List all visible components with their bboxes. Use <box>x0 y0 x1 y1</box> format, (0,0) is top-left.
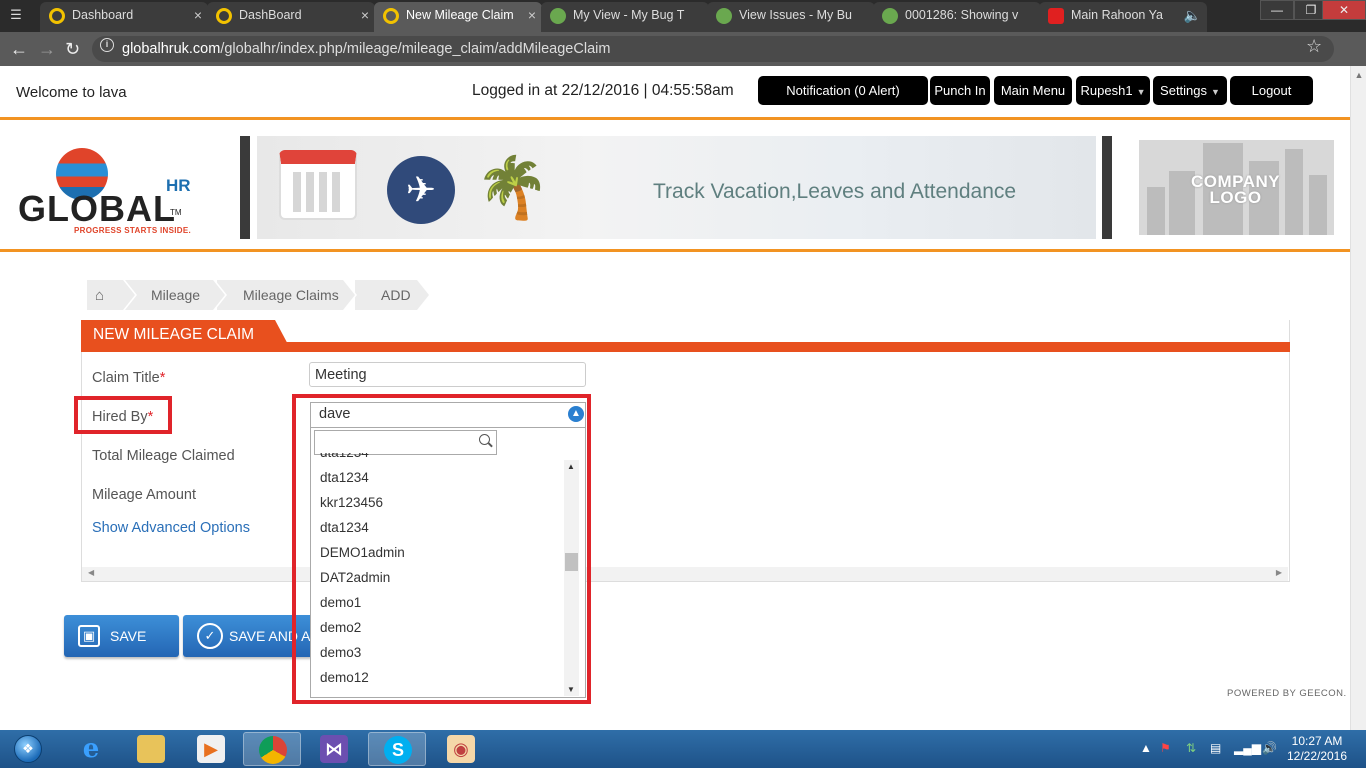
visual-studio-icon: ⋈ <box>320 735 348 763</box>
total-mileage-label: Total Mileage Claimed <box>92 448 235 464</box>
url-field[interactable]: globalhruk.com/globalhr/index.php/mileag… <box>92 36 1334 62</box>
internet-explorer-icon: e <box>82 734 100 764</box>
user-menu-button[interactable]: Rupesh1 ▼ <box>1076 76 1150 105</box>
header-divider <box>0 117 1350 120</box>
welcome-text: Welcome to lava <box>16 84 127 101</box>
minimize-window-icon[interactable]: — <box>1260 0 1294 20</box>
taskbar-chrome[interactable] <box>243 732 301 766</box>
favicon-icon <box>216 8 232 24</box>
tab-close-icon[interactable]: × <box>361 2 369 28</box>
start-button[interactable]: ❖ <box>4 730 52 768</box>
airplane-icon: ✈ <box>387 156 455 224</box>
volume-icon[interactable]: 🔊 <box>1262 741 1277 755</box>
browser-tab-issue-0001286[interactable]: 0001286: Showing v <box>873 2 1041 32</box>
caret-down-icon: ▼ <box>1211 87 1220 97</box>
claim-title-label: Claim Title* <box>92 370 166 386</box>
scroll-left-arrow-icon[interactable]: ◀ <box>88 568 94 577</box>
banner-divider <box>0 249 1350 252</box>
panel-horizontal-scrollbar[interactable]: ◀ ▶ <box>82 567 1288 581</box>
notification-button[interactable]: Notification (0 Alert) <box>758 76 928 105</box>
checkmark-icon: ✓ <box>197 623 223 649</box>
skype-icon: S <box>384 736 412 764</box>
breadcrumb-add: ADD <box>355 280 431 310</box>
hero-banner: ✈ 🌴 Track Vacation,Leaves and Attendance <box>257 136 1096 239</box>
browser-tab-strip: ☰ Dashboard × DashBoard × New Mileage Cl… <box>0 0 1366 32</box>
sync-icon[interactable]: ⇅ <box>1186 741 1196 755</box>
scroll-up-arrow-icon[interactable]: ▲ <box>1354 70 1364 90</box>
bug-favicon-icon <box>716 8 732 24</box>
breadcrumb-mileage-claims[interactable]: Mileage Claims <box>217 280 357 310</box>
banner-right-bar <box>1102 136 1112 239</box>
palm-tree-icon: 🌴 <box>475 154 550 221</box>
taskbar-media-player[interactable]: ▶ <box>182 732 240 766</box>
paint-palette-icon: ◉ <box>447 735 475 763</box>
powered-by-text: POWERED BY GEECON. <box>1227 688 1347 699</box>
banner-slogan: Track Vacation,Leaves and Attendance <box>653 180 1017 203</box>
form-panel <box>81 320 1290 582</box>
main-menu-button[interactable]: Main Menu <box>994 76 1072 105</box>
claim-title-input[interactable] <box>309 362 586 387</box>
show-hidden-icons-icon[interactable]: ▲ <box>1140 741 1152 755</box>
browser-tab-my-view[interactable]: My View - My Bug T <box>541 2 709 32</box>
calendar-icon <box>279 150 357 220</box>
company-logo: COMPANY LOGO <box>1139 140 1334 235</box>
tab-close-icon[interactable]: × <box>528 2 536 28</box>
favicon-icon <box>49 8 65 24</box>
settings-button[interactable]: Settings ▼ <box>1153 76 1227 105</box>
form-panel-header: NEW MILEAGE CLAIM <box>81 320 1290 352</box>
address-bar: ← → ↻ globalhruk.com/globalhr/index.php/… <box>0 32 1366 66</box>
page-scrollbar[interactable]: ▲ <box>1350 66 1366 730</box>
browser-tab-dashboard-2[interactable]: DashBoard × <box>207 2 375 32</box>
home-icon: ⌂ <box>95 287 105 304</box>
browser-tab-youtube[interactable]: Main Rahoon Ya 🔈 <box>1039 2 1207 32</box>
site-info-icon[interactable]: i <box>100 38 114 52</box>
system-clock[interactable]: 10:27 AM 12/22/2016 <box>1284 734 1350 764</box>
browser-tab-view-issues[interactable]: View Issues - My Bu <box>707 2 875 32</box>
folder-icon <box>137 735 165 763</box>
forward-arrow-icon[interactable]: → <box>38 39 56 59</box>
action-center-flag-icon[interactable]: ⚑ <box>1160 741 1171 755</box>
bug-favicon-icon <box>882 8 898 24</box>
speaker-icon: 🔈 <box>1183 7 1201 23</box>
youtube-favicon-icon <box>1048 8 1064 24</box>
floppy-disk-icon: ▣ <box>78 625 100 647</box>
chrome-icon <box>259 736 287 764</box>
back-arrow-icon[interactable]: ← <box>10 39 28 59</box>
mileage-amount-label: Mileage Amount <box>92 487 196 503</box>
taskbar-visual-studio[interactable]: ⋈ <box>305 732 363 766</box>
tab-close-icon[interactable]: × <box>194 2 202 28</box>
hired-by-label: Hired By* <box>92 409 154 425</box>
caret-down-icon: ▼ <box>1136 87 1146 97</box>
breadcrumb-home[interactable]: ⌂ <box>87 280 137 310</box>
show-advanced-options-link[interactable]: Show Advanced Options <box>92 520 250 536</box>
favicon-icon <box>383 8 399 24</box>
network-signal-icon[interactable]: ▂▄▆ <box>1234 741 1261 755</box>
taskbar-ie[interactable]: e <box>62 732 120 766</box>
bookmark-star-icon[interactable]: ☆ <box>1306 36 1322 57</box>
dropdown-highlight <box>292 394 591 704</box>
banner-left-bar <box>240 136 250 239</box>
device-icon[interactable]: ▤ <box>1210 741 1221 755</box>
browser-menu-icon[interactable]: ☰ <box>6 6 26 24</box>
browser-tab-new-mileage-claim[interactable]: New Mileage Claim × <box>374 2 542 32</box>
close-window-icon[interactable]: ✕ <box>1322 0 1366 20</box>
bug-favicon-icon <box>550 8 566 24</box>
taskbar-paint[interactable]: ◉ <box>432 732 490 766</box>
form-title: NEW MILEAGE CLAIM <box>81 320 291 350</box>
globalhr-logo: GLOBAL HR TM PROGRESS STARTS INSIDE. <box>18 142 208 240</box>
breadcrumb-mileage[interactable]: Mileage <box>125 280 227 310</box>
save-button[interactable]: ▣ SAVE <box>64 615 179 657</box>
media-player-icon: ▶ <box>197 735 225 763</box>
punch-in-button[interactable]: Punch In <box>930 76 990 105</box>
taskbar-explorer[interactable] <box>122 732 180 766</box>
reload-icon[interactable]: ↻ <box>65 39 80 59</box>
browser-tab-dashboard[interactable]: Dashboard × <box>40 2 208 32</box>
logout-button[interactable]: Logout <box>1230 76 1313 105</box>
scroll-right-arrow-icon[interactable]: ▶ <box>1276 568 1282 577</box>
taskbar-skype[interactable]: S <box>368 732 426 766</box>
windows-logo-icon: ❖ <box>14 735 42 763</box>
login-timestamp: Logged in at 22/12/2016 | 04:55:58am <box>472 82 734 99</box>
